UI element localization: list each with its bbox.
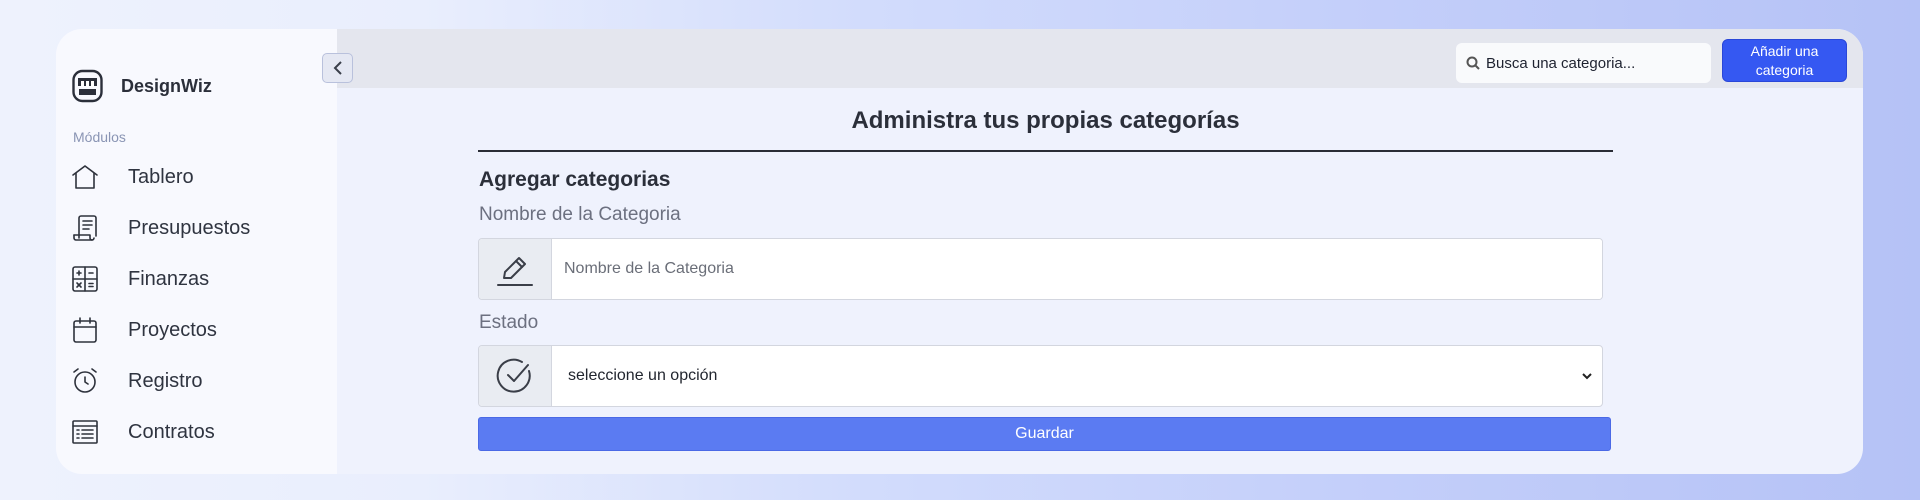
sidebar-item-label: Presupuestos <box>128 216 251 239</box>
sidebar-item-registro[interactable]: Registro <box>70 361 320 401</box>
sidebar-item-label: Tablero <box>128 165 194 188</box>
sidebar-item-label: Proyectos <box>128 318 217 341</box>
search-icon <box>1466 56 1480 70</box>
status-label: Estado <box>479 312 539 333</box>
add-category-button[interactable]: Añadir una categoria <box>1722 39 1847 82</box>
topbar: Añadir una categoria <box>337 29 1863 88</box>
sidebar-item-label: Contratos <box>128 420 215 443</box>
sidebar-item-label: Finanzas <box>128 267 210 290</box>
calendar-icon <box>73 317 97 343</box>
receipt-icon <box>73 215 97 241</box>
home-icon <box>72 165 98 189</box>
search-box[interactable] <box>1456 43 1711 83</box>
category-name-label: Nombre de la Categoria <box>479 204 681 225</box>
save-button[interactable]: Guardar <box>478 417 1611 451</box>
sidebar-item-finanzas[interactable]: Finanzas <box>70 259 320 299</box>
field-icon-box <box>479 239 552 299</box>
category-name-input[interactable] <box>552 239 1602 299</box>
sidebar-collapse-button[interactable] <box>322 53 353 83</box>
app-logo-icon <box>72 69 103 103</box>
brand-name: DesignWiz <box>121 75 212 96</box>
sidebar: DesignWiz Módulos Tablero Presupuestos F… <box>56 29 337 474</box>
sidebar-item-presupuestos[interactable]: Presupuestos <box>70 208 320 248</box>
chevron-down-icon <box>1582 373 1592 380</box>
form-title: Agregar categorias <box>479 168 671 191</box>
field-icon-box <box>479 346 552 406</box>
search-input[interactable] <box>1486 54 1706 72</box>
chevron-left-icon <box>333 61 342 75</box>
page-title: Administra tus propias categorías <box>851 107 1240 134</box>
sidebar-section-label: Módulos <box>73 129 126 145</box>
title-divider <box>478 150 1613 152</box>
pencil-edit-icon <box>497 257 533 286</box>
brand[interactable]: DesignWiz <box>72 69 212 103</box>
sidebar-item-contratos[interactable]: Contratos <box>70 412 320 452</box>
category-name-field[interactable] <box>478 238 1603 300</box>
calculator-icon <box>72 266 98 292</box>
document-list-icon <box>72 420 98 444</box>
status-select[interactable]: seleccione un opción <box>552 346 1602 406</box>
check-circle-icon <box>496 358 531 393</box>
sidebar-item-proyectos[interactable]: Proyectos <box>70 310 320 350</box>
status-select-value: seleccione un opción <box>568 367 718 384</box>
sidebar-item-label: Registro <box>128 369 203 392</box>
app-window: DesignWiz Módulos Tablero Presupuestos F… <box>56 29 1863 474</box>
alarm-clock-icon <box>73 368 97 393</box>
sidebar-item-tablero[interactable]: Tablero <box>70 157 320 197</box>
status-field[interactable]: seleccione un opción <box>478 345 1603 407</box>
